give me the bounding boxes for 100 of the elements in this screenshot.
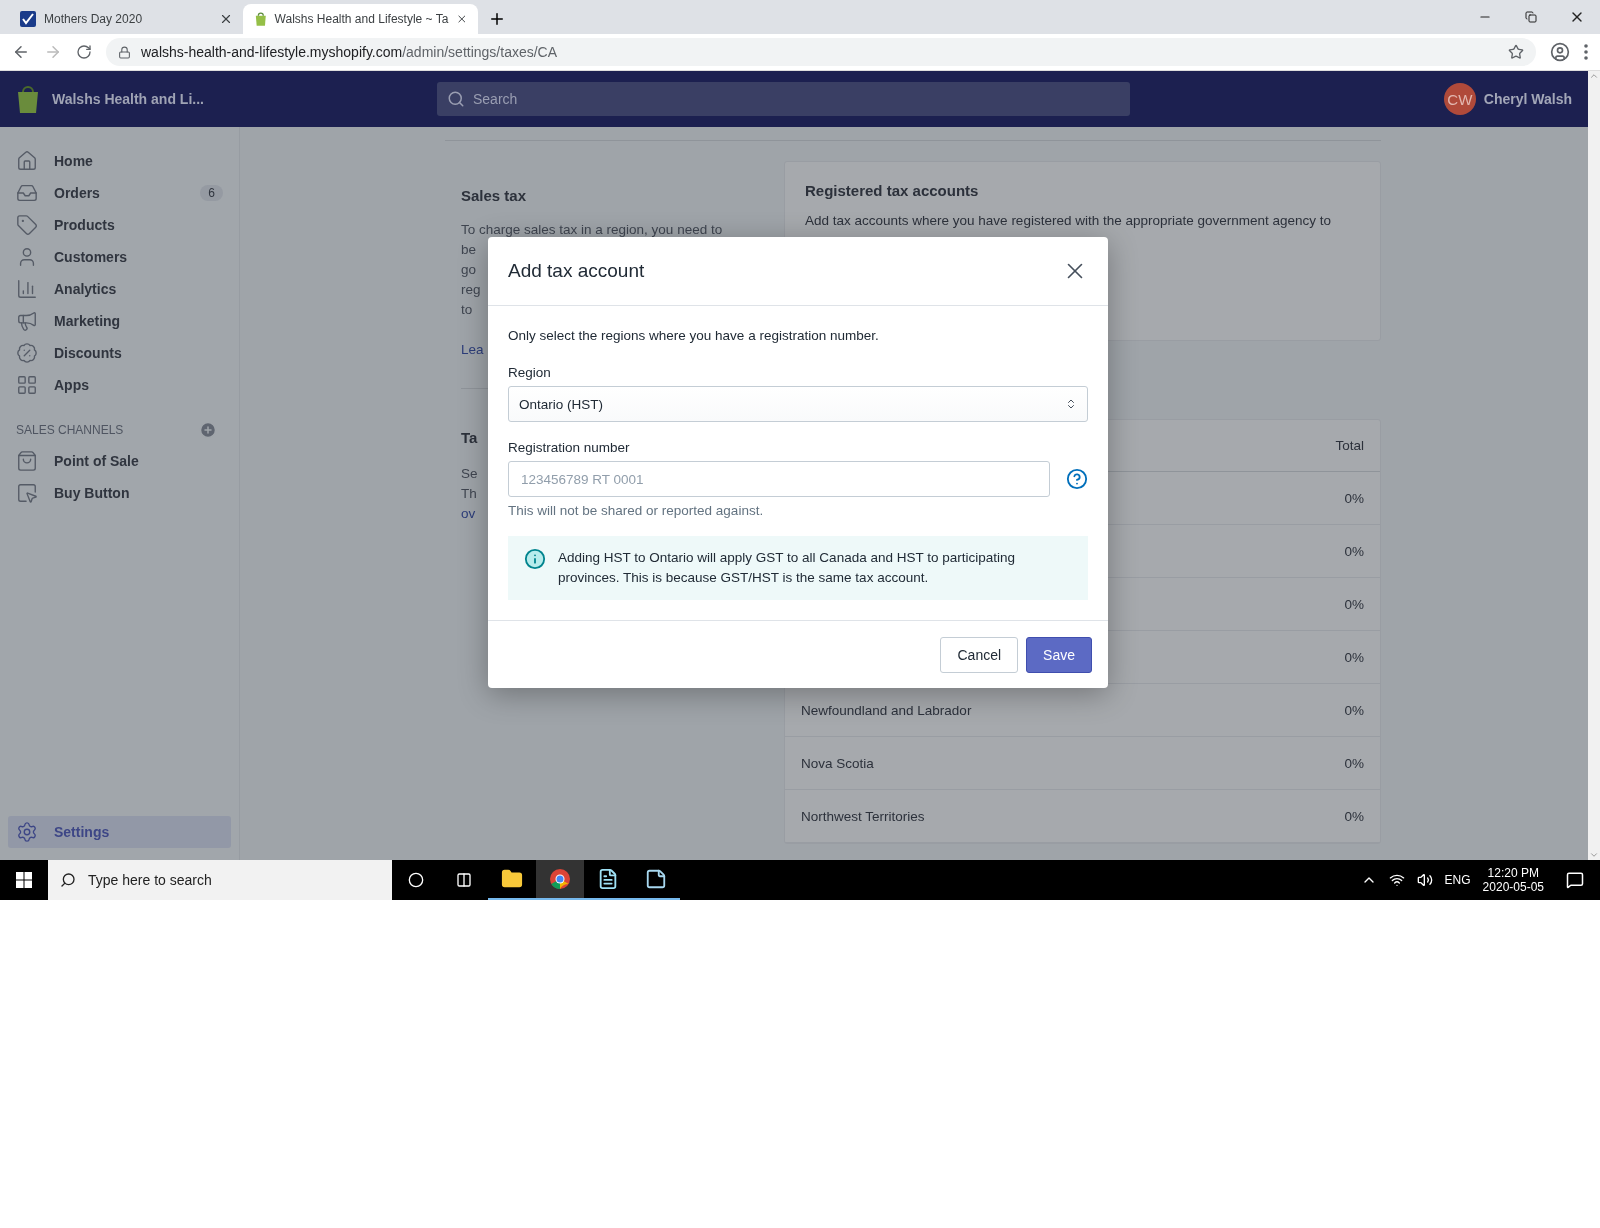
speaker-icon [1416, 872, 1433, 888]
sidebar-item[interactable]: Marketing [8, 305, 231, 337]
sidebar-item[interactable]: Customers [8, 241, 231, 273]
cursor-icon [16, 482, 38, 504]
count-badge: 6 [200, 185, 223, 201]
language-indicator[interactable]: ENG [1444, 873, 1471, 887]
search-field[interactable]: Search [437, 82, 1130, 116]
shopping-bag-icon [16, 450, 38, 472]
column-header: Total [1335, 438, 1364, 453]
back-icon [12, 43, 30, 61]
settings-icon [16, 821, 38, 843]
megaphone-icon [16, 310, 38, 332]
clock-time: 12:20 PM [1487, 866, 1539, 880]
learn-link[interactable]: Lea [461, 340, 484, 360]
user-avatar[interactable]: CW [1443, 83, 1476, 115]
tag-icon [16, 214, 38, 236]
sidebar-label: Orders [54, 185, 101, 201]
help-icon[interactable] [1066, 468, 1088, 490]
section-title: Ta [461, 429, 479, 446]
document-icon [597, 868, 619, 890]
sidebar-label: Discounts [54, 345, 123, 361]
chevron-updown-icon [1065, 398, 1077, 410]
sidebar-item[interactable]: Products [8, 209, 231, 241]
notification-icon[interactable] [1566, 871, 1584, 889]
close-icon [219, 12, 233, 26]
shopping-bag-icon [255, 11, 267, 27]
sidebar-label: Marketing [54, 313, 122, 329]
restore-icon [1525, 11, 1537, 23]
card-description: Add tax accounts where you have registered with the appropriate government agency to [805, 212, 1332, 230]
dialog-title: Add tax account [508, 260, 645, 282]
reload-icon [76, 44, 92, 60]
hint-text: This will not be shared or reported against. [508, 503, 765, 518]
home-icon [16, 150, 38, 172]
lock-icon [118, 45, 131, 59]
task-view-icon[interactable] [456, 872, 472, 888]
total-cell: 0% [1344, 490, 1364, 506]
info-icon [524, 548, 546, 570]
sidebar-item[interactable]: Apps [8, 369, 231, 401]
region-select[interactable]: Ontario (HST) [508, 386, 1088, 422]
windows-logo-icon[interactable] [16, 872, 32, 888]
info-text: Adding HST to Ontario will apply GST to all Canada and HST to participating provinces. This is because GST/HST is the same tax account. [558, 549, 1016, 587]
grid-icon [16, 374, 38, 396]
description-text: be [461, 241, 477, 259]
intro-text: Only select the regions where you have a registration number. [508, 328, 880, 343]
section-heading: SALES CHANNELS [16, 423, 124, 437]
overview-link[interactable]: ov [461, 504, 476, 524]
description-text: go [461, 261, 477, 279]
url-text: walshs-health-and-lifestyle.myshopify.com/admin/settings/taxes/CA [141, 44, 558, 60]
bar-chart-icon [16, 278, 38, 300]
taskbar-app[interactable] [536, 860, 584, 900]
registration-field[interactable]: 123456789 RT 0001 [508, 461, 1050, 497]
folder-icon [501, 868, 523, 890]
store-name[interactable]: Walshs Health and Li... [52, 91, 437, 107]
card-title: Registered tax accounts [805, 182, 980, 199]
sidebar-label: Analytics [54, 281, 118, 297]
sidebar-label: Buy Button [54, 485, 131, 501]
sidebar-item[interactable]: Buy Button [8, 477, 231, 509]
address-bar[interactable]: walshs-health-and-lifestyle.myshopify.com/admin/settings/taxes/CA [106, 38, 1536, 66]
tab-title: Mothers Day 2020 [44, 12, 144, 26]
save-button[interactable]: Save [1026, 636, 1092, 673]
description-text: Se [461, 465, 478, 483]
sidebar-item[interactable]: Analytics [8, 273, 231, 305]
sidebar-label: Settings [54, 824, 111, 840]
sidebar-item[interactable]: Discounts [8, 337, 231, 369]
tab-title: Walshs Health and Lifestyle ~ Ta [274, 12, 449, 26]
search-icon [447, 90, 465, 108]
sidebar-item[interactable]: Settings [8, 816, 231, 848]
star-icon [1508, 44, 1524, 60]
menu-icon[interactable] [1584, 44, 1588, 60]
browser-tab[interactable]: Walshs Health and Lifestyle ~ Ta [243, 4, 478, 34]
total-cell: 0% [1344, 808, 1364, 824]
field-label: Region [508, 365, 552, 380]
taskbar-search[interactable]: Type here to search [48, 860, 392, 900]
region-cell: Newfoundland and Labrador [801, 702, 972, 718]
description-text: Th [461, 485, 477, 503]
browser-icon [549, 868, 571, 890]
close-icon [456, 12, 468, 26]
cancel-button[interactable]: Cancel [940, 636, 1019, 673]
description-text: to [461, 301, 473, 319]
sidebar-item[interactable]: Point of Sale [8, 445, 231, 477]
total-cell: 0% [1344, 596, 1364, 612]
scroll-down-icon [1589, 850, 1599, 860]
field-label: Registration number [508, 440, 631, 455]
user-name[interactable]: Cheryl Walsh [1483, 91, 1572, 107]
search-icon [60, 872, 76, 888]
sidebar-label: Customers [54, 249, 129, 265]
percent-badge-icon [16, 342, 38, 364]
description-text: reg [461, 281, 481, 299]
checkmark-icon [20, 11, 36, 27]
browser-tab[interactable]: Mothers Day 2020 [8, 4, 243, 34]
sidebar-item[interactable]: Orders 6 [8, 177, 231, 209]
sidebar-label: Apps [54, 377, 90, 393]
total-cell: 0% [1344, 755, 1364, 771]
circle-icon[interactable] [408, 872, 424, 888]
sidebar-item[interactable]: Home [8, 145, 231, 177]
shopping-bag-icon [16, 85, 40, 113]
total-cell: 0% [1344, 649, 1364, 665]
region-cell: Northwest Territories [801, 808, 925, 824]
scroll-up-icon [1589, 71, 1599, 81]
total-cell: 0% [1344, 543, 1364, 559]
